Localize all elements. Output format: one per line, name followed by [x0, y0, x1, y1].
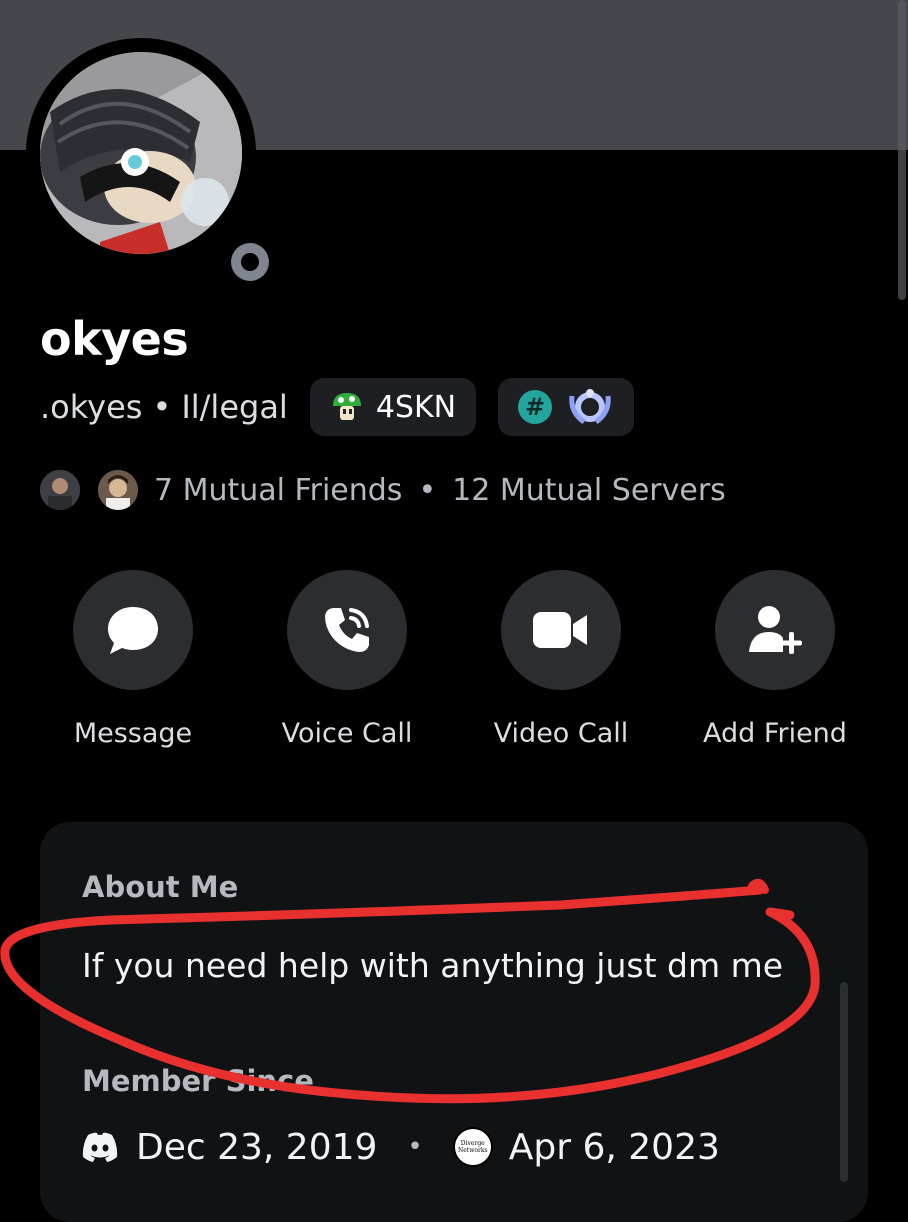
mutual-friends-link[interactable]: 7 Mutual Friends — [154, 473, 402, 508]
display-name: okyes — [40, 312, 189, 366]
video-call-label: Video Call — [493, 718, 629, 749]
voice-call-label: Voice Call — [281, 718, 413, 749]
guild-tag[interactable]: 4SKN — [309, 378, 477, 436]
member-since-heading: Member Since — [82, 1064, 314, 1098]
action-buttons: Message Voice Call Video Call Add Friend — [26, 570, 882, 749]
add-friend-label: Add Friend — [703, 718, 847, 749]
add-friend-button-circle[interactable] — [715, 570, 835, 690]
member-since-dates: Dec 23, 2019 • Diverge Networks Apr 6, 2… — [80, 1122, 720, 1172]
phone-icon — [325, 608, 369, 652]
mutual-friend-avatar — [40, 470, 80, 510]
server-member-since-date: Apr 6, 2023 — [508, 1126, 720, 1168]
add-friend-button[interactable]: Add Friend — [668, 570, 882, 749]
separator-dot: • — [152, 388, 172, 426]
message-button[interactable]: Message — [26, 570, 240, 749]
about-me-heading: About Me — [82, 870, 239, 904]
pronouns: Il/legal — [181, 388, 288, 426]
mutual-friend-avatar — [98, 470, 138, 510]
avatar-frame — [26, 38, 278, 290]
avatar[interactable] — [40, 52, 242, 254]
voice-call-button-circle[interactable] — [287, 570, 407, 690]
card-scrollbar[interactable] — [840, 982, 848, 1182]
voice-call-button[interactable]: Voice Call — [240, 570, 454, 749]
page-scrollbar[interactable] — [898, 0, 906, 300]
discord-logo-icon — [82, 1132, 118, 1162]
message-bubble-icon — [108, 607, 158, 654]
message-label: Message — [73, 718, 193, 749]
guild-tag-text: 4SKN — [375, 389, 457, 425]
badges: # — [498, 378, 635, 436]
mutuals-row[interactable]: 7 Mutual Friends • 12 Mutual Servers — [40, 464, 726, 516]
mushroom-icon — [332, 393, 361, 420]
server-icon[interactable]: Diverge Networks — [452, 1127, 493, 1167]
about-me-bio: If you need help with anything just dm m… — [82, 946, 784, 985]
discord-member-since-date: Dec 23, 2019 — [136, 1126, 378, 1168]
separator-dot: • — [418, 472, 437, 508]
separator-dot: • — [407, 1132, 423, 1162]
add-friend-icon — [749, 606, 802, 654]
status-indicator — [222, 234, 278, 290]
username: .okyes — [40, 388, 143, 426]
about-me-card: About Me If you need help with anything … — [40, 822, 868, 1222]
video-camera-icon — [533, 612, 587, 648]
hashtag-badge-icon[interactable]: # — [518, 390, 553, 424]
video-call-button[interactable]: Video Call — [454, 570, 668, 749]
laurel-badge-icon[interactable] — [566, 386, 614, 428]
handle-row: .okyes • Il/legal 4SKN # — [40, 378, 635, 436]
message-button-circle[interactable] — [73, 570, 193, 690]
mutual-servers-link[interactable]: 12 Mutual Servers — [452, 473, 726, 508]
video-call-button-circle[interactable] — [501, 570, 621, 690]
